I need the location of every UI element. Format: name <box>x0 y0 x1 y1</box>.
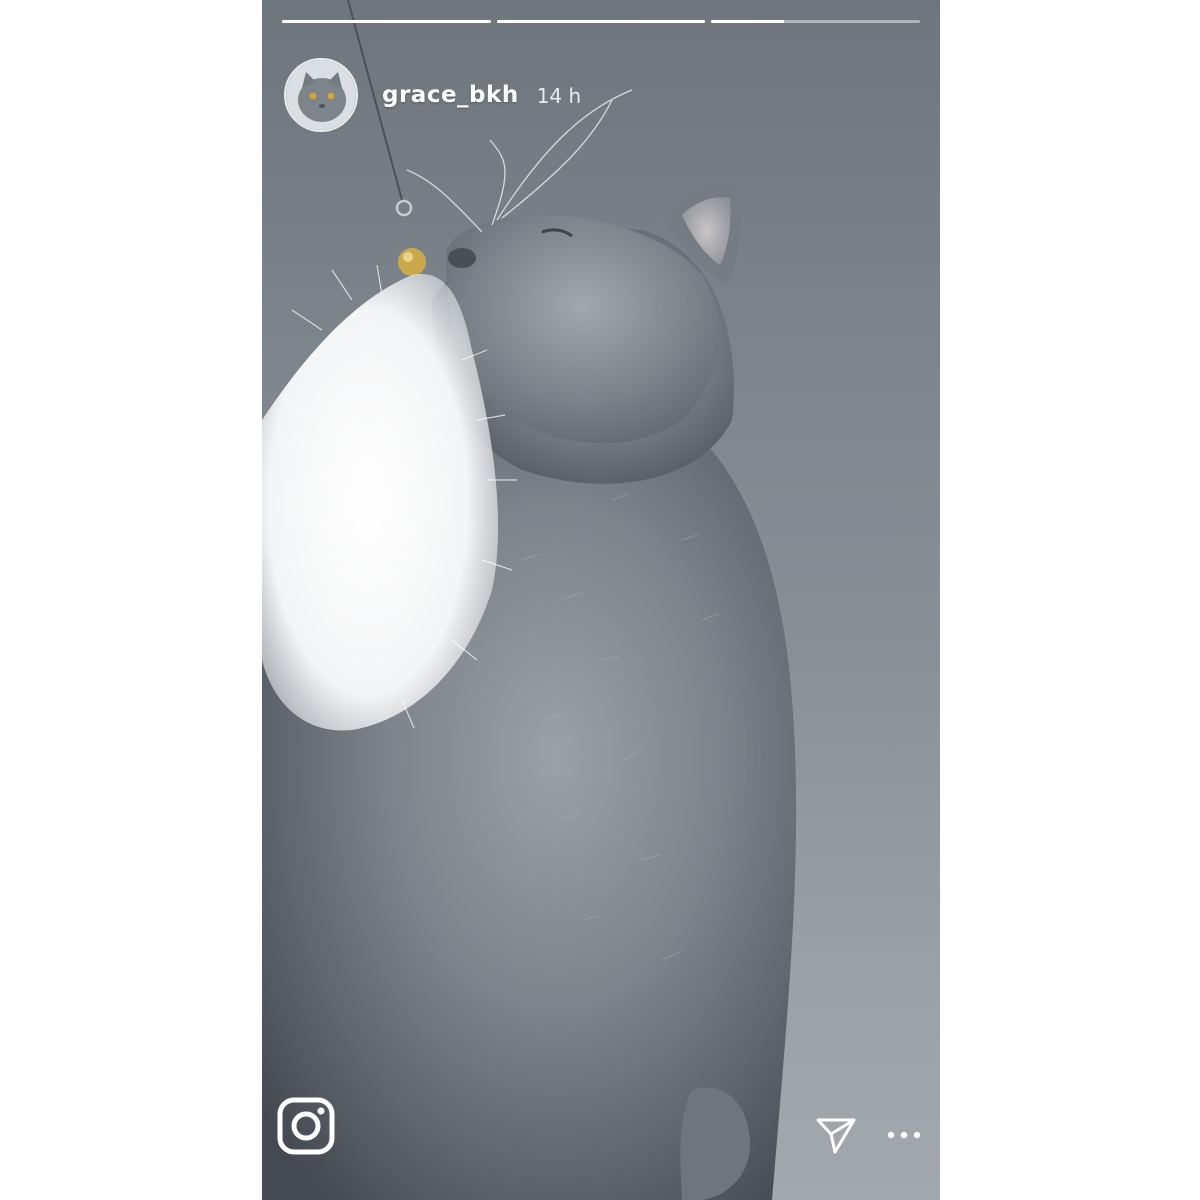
send-paper-plane-icon[interactable] <box>812 1110 860 1158</box>
progress-fill <box>282 20 491 23</box>
progress-segment <box>282 20 491 23</box>
username[interactable]: grace_bkh <box>382 82 519 108</box>
avatar[interactable] <box>284 58 358 132</box>
progress-segment <box>496 20 706 23</box>
page: grace_bkh 14 h <box>0 0 1200 1200</box>
avatar-cat-image <box>286 60 356 130</box>
progress-fill <box>711 20 785 23</box>
more-options-icon[interactable] <box>884 1120 924 1150</box>
story-progress <box>282 20 921 23</box>
story-timestamp: 14 h <box>536 84 582 108</box>
story-viewer[interactable]: grace_bkh 14 h <box>262 0 940 1200</box>
instagram-camera-icon[interactable] <box>276 1096 336 1156</box>
story-photo <box>262 0 797 1200</box>
progress-fill <box>496 20 706 23</box>
progress-segment <box>711 20 921 23</box>
story-header: grace_bkh 14 h <box>284 58 581 132</box>
